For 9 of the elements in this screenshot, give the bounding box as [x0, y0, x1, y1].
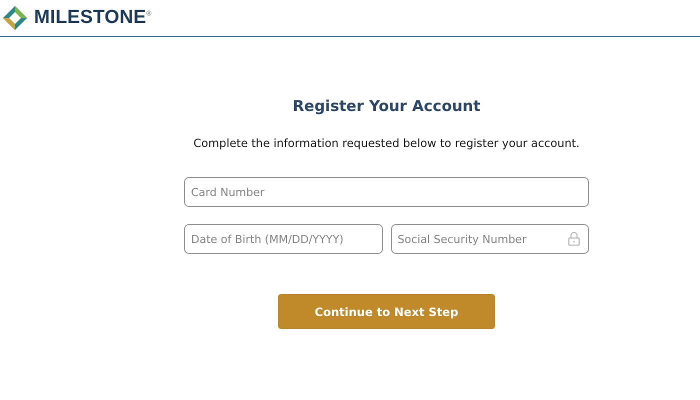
- lock-icon: [568, 231, 580, 246]
- input-field[interactable]: Card Number: [184, 177, 589, 207]
- logo-icon: [2, 5, 28, 31]
- input-field[interactable]: Date of Birth (MM/DD/YYYY): [184, 224, 382, 254]
- brand-name: MILESTONE$^{®}$: [34, 7, 152, 29]
- instructions: Complete the information requested below to register your account.: [192, 137, 581, 150]
- input-field[interactable]: Social Security Number: [390, 224, 589, 254]
- page-title: Register Your Account: [292, 97, 482, 115]
- continue-button[interactable]: Continue to Next Step: [278, 294, 495, 329]
